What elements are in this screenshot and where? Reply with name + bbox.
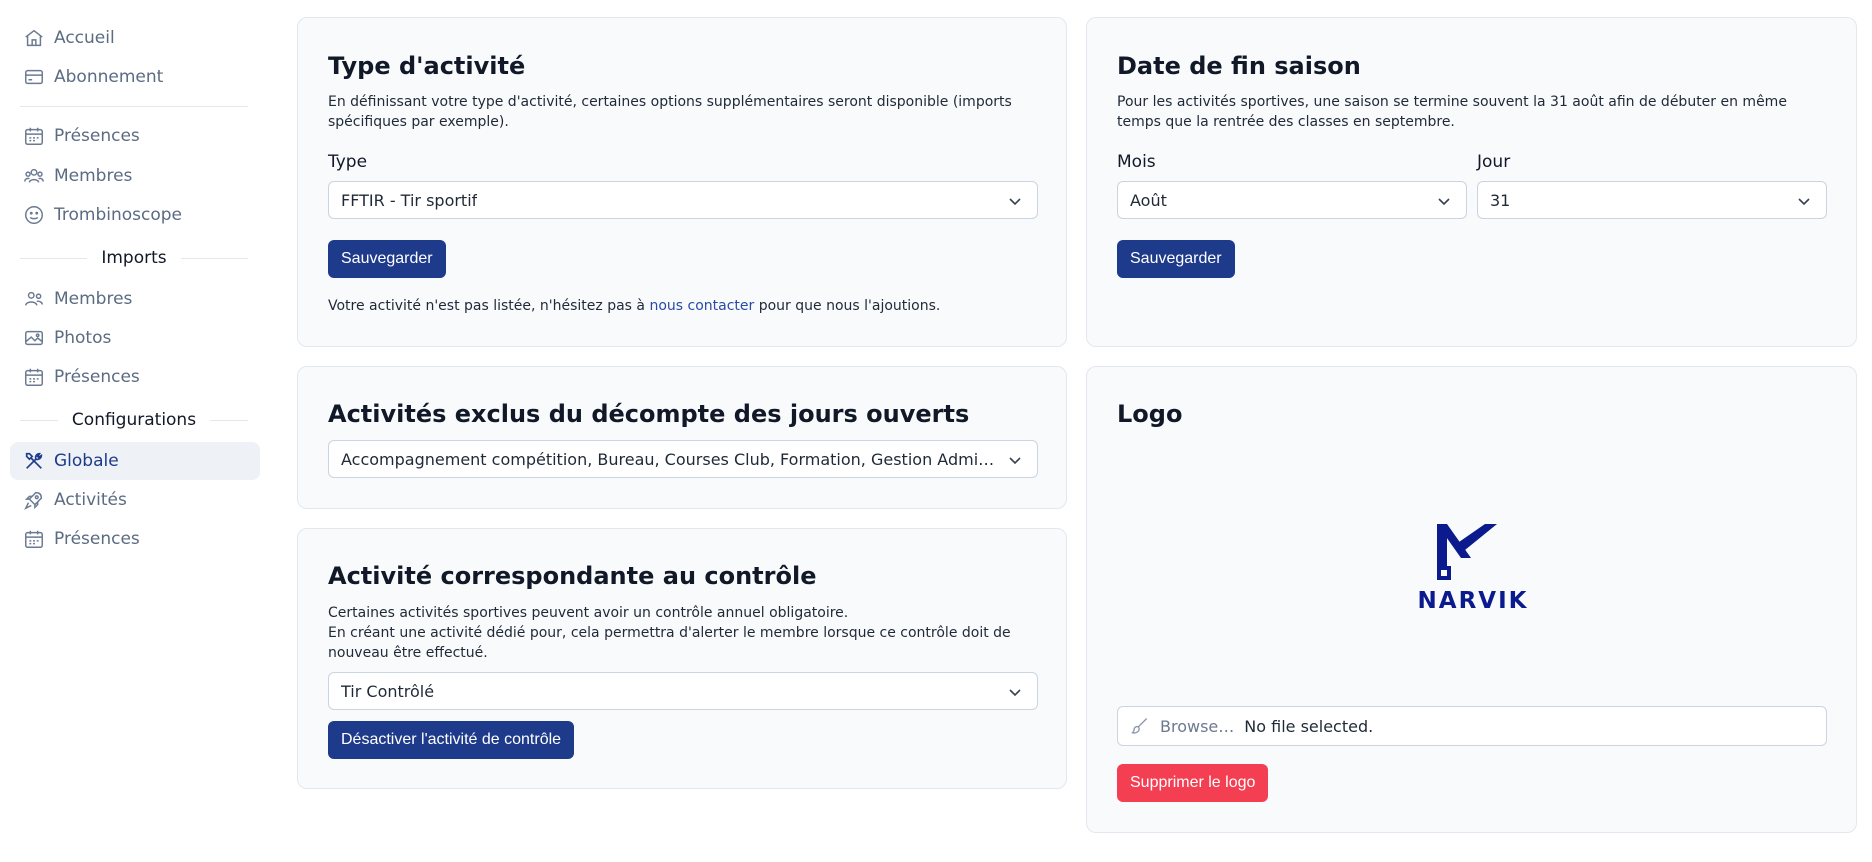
season-end-card: Date de fin saison Pour les activités sp… bbox=[1086, 17, 1857, 347]
sidebar-item-membres[interactable]: Membres bbox=[10, 157, 260, 195]
chevron-down-icon bbox=[1438, 198, 1450, 206]
card-description: Pour les activités sportives, une saison… bbox=[1117, 94, 1787, 130]
sidebar: Accueil Abonnement Présences Membres Tro… bbox=[0, 0, 270, 862]
chevron-down-icon bbox=[1009, 198, 1021, 206]
save-type-button[interactable]: Sauvegarder bbox=[328, 240, 446, 278]
sidebar-item-label: Membres bbox=[54, 166, 133, 186]
logo-file-input[interactable]: Browse… No file selected. bbox=[1117, 706, 1827, 746]
calendar-icon bbox=[23, 125, 45, 147]
sidebar-item-label: Photos bbox=[54, 328, 112, 348]
card-title: Activité correspondante au contrôle bbox=[328, 562, 817, 590]
image-icon bbox=[23, 327, 45, 349]
sidebar-item-imports-photos[interactable]: Photos bbox=[10, 319, 260, 357]
card-title: Logo bbox=[1117, 400, 1183, 428]
sidebar-item-accueil[interactable]: Accueil bbox=[10, 19, 260, 57]
card-title: Type d'activité bbox=[328, 52, 526, 80]
chevron-down-icon bbox=[1798, 198, 1810, 206]
sidebar-item-trombinoscope[interactable]: Trombinoscope bbox=[10, 196, 260, 234]
card-title: Activités exclus du décompte des jours o… bbox=[328, 400, 970, 428]
narvik-logo: NARVIK bbox=[1413, 520, 1533, 615]
control-activity-value: Tir Contrôlé bbox=[341, 681, 435, 701]
sidebar-item-config-presences[interactable]: Présences bbox=[10, 520, 260, 558]
type-label: Type bbox=[328, 152, 368, 172]
sidebar-divider bbox=[20, 106, 248, 107]
card-title: Date de fin saison bbox=[1117, 52, 1361, 80]
type-select[interactable]: FFTIR - Tir sportif bbox=[328, 181, 1038, 219]
sidebar-item-abonnement[interactable]: Abonnement bbox=[10, 58, 260, 96]
contact-link[interactable]: nous contacter bbox=[649, 298, 754, 314]
file-status: No file selected. bbox=[1244, 716, 1374, 736]
excluded-activities-card: Activités exclus du décompte des jours o… bbox=[297, 366, 1067, 509]
sidebar-item-imports-presences[interactable]: Présences bbox=[10, 358, 260, 396]
chevron-down-icon bbox=[1009, 457, 1021, 465]
sidebar-item-imports-membres[interactable]: Membres bbox=[10, 280, 260, 318]
browse-label: Browse… bbox=[1160, 716, 1235, 736]
disable-control-button[interactable]: Désactiver l'activité de contrôle bbox=[328, 721, 575, 759]
imports-section-title: Imports bbox=[20, 246, 248, 270]
rocket-icon bbox=[23, 489, 45, 511]
sidebar-item-label: Membres bbox=[54, 289, 133, 309]
users-icon bbox=[23, 288, 45, 310]
paintbrush-icon bbox=[1131, 718, 1148, 734]
type-select-value: FFTIR - Tir sportif bbox=[341, 190, 478, 210]
users-icon bbox=[23, 165, 45, 187]
delete-logo-button[interactable]: Supprimer le logo bbox=[1117, 764, 1269, 802]
calendar-icon bbox=[23, 528, 45, 550]
sidebar-item-globale[interactable]: Globale bbox=[10, 442, 260, 480]
calendar-icon bbox=[23, 366, 45, 388]
day-label: Jour bbox=[1477, 152, 1511, 172]
sidebar-item-label: Trombinoscope bbox=[54, 205, 183, 225]
configurations-section-title: Configurations bbox=[20, 408, 248, 432]
tools-icon bbox=[23, 450, 45, 472]
home-icon bbox=[23, 27, 45, 49]
sidebar-item-label: Présences bbox=[54, 367, 140, 387]
sidebar-item-label: Activités bbox=[54, 490, 127, 510]
sidebar-item-label: Présences bbox=[54, 126, 140, 146]
sidebar-item-label: Globale bbox=[54, 451, 119, 471]
month-select-value: Août bbox=[1130, 190, 1167, 210]
sidebar-item-activites[interactable]: Activités bbox=[10, 481, 260, 519]
day-select[interactable]: 31 bbox=[1477, 181, 1827, 219]
excluded-activities-value: Accompagnement compétition, Bureau, Cour… bbox=[341, 449, 997, 469]
day-select-value: 31 bbox=[1490, 190, 1511, 210]
contact-note: Votre activité n'est pas listée, n'hésit… bbox=[328, 298, 941, 314]
sidebar-item-label: Accueil bbox=[54, 28, 115, 48]
control-activity-select[interactable]: Tir Contrôlé bbox=[328, 672, 1038, 710]
control-activity-card: Activité correspondante au contrôle Cert… bbox=[297, 528, 1067, 789]
chevron-down-icon bbox=[1009, 689, 1021, 697]
month-select[interactable]: Août bbox=[1117, 181, 1467, 219]
sidebar-item-label: Abonnement bbox=[54, 67, 164, 87]
card-description: En définissant votre type d'activité, ce… bbox=[328, 94, 1012, 130]
sidebar-item-label: Présences bbox=[54, 529, 140, 549]
sidebar-item-presences[interactable]: Présences bbox=[10, 117, 260, 155]
month-label: Mois bbox=[1117, 152, 1156, 172]
save-season-button[interactable]: Sauvegarder bbox=[1117, 240, 1235, 278]
narvik-logo-mark-icon bbox=[1437, 524, 1497, 580]
logo-text: NARVIK bbox=[1417, 588, 1529, 614]
card-icon bbox=[23, 66, 45, 88]
smiley-icon bbox=[23, 204, 45, 226]
activity-type-card: Type d'activité En définissant votre typ… bbox=[297, 17, 1067, 347]
excluded-activities-select[interactable]: Accompagnement compétition, Bureau, Cour… bbox=[328, 440, 1038, 478]
card-description: Certaines activités sportives peuvent av… bbox=[328, 605, 1011, 661]
